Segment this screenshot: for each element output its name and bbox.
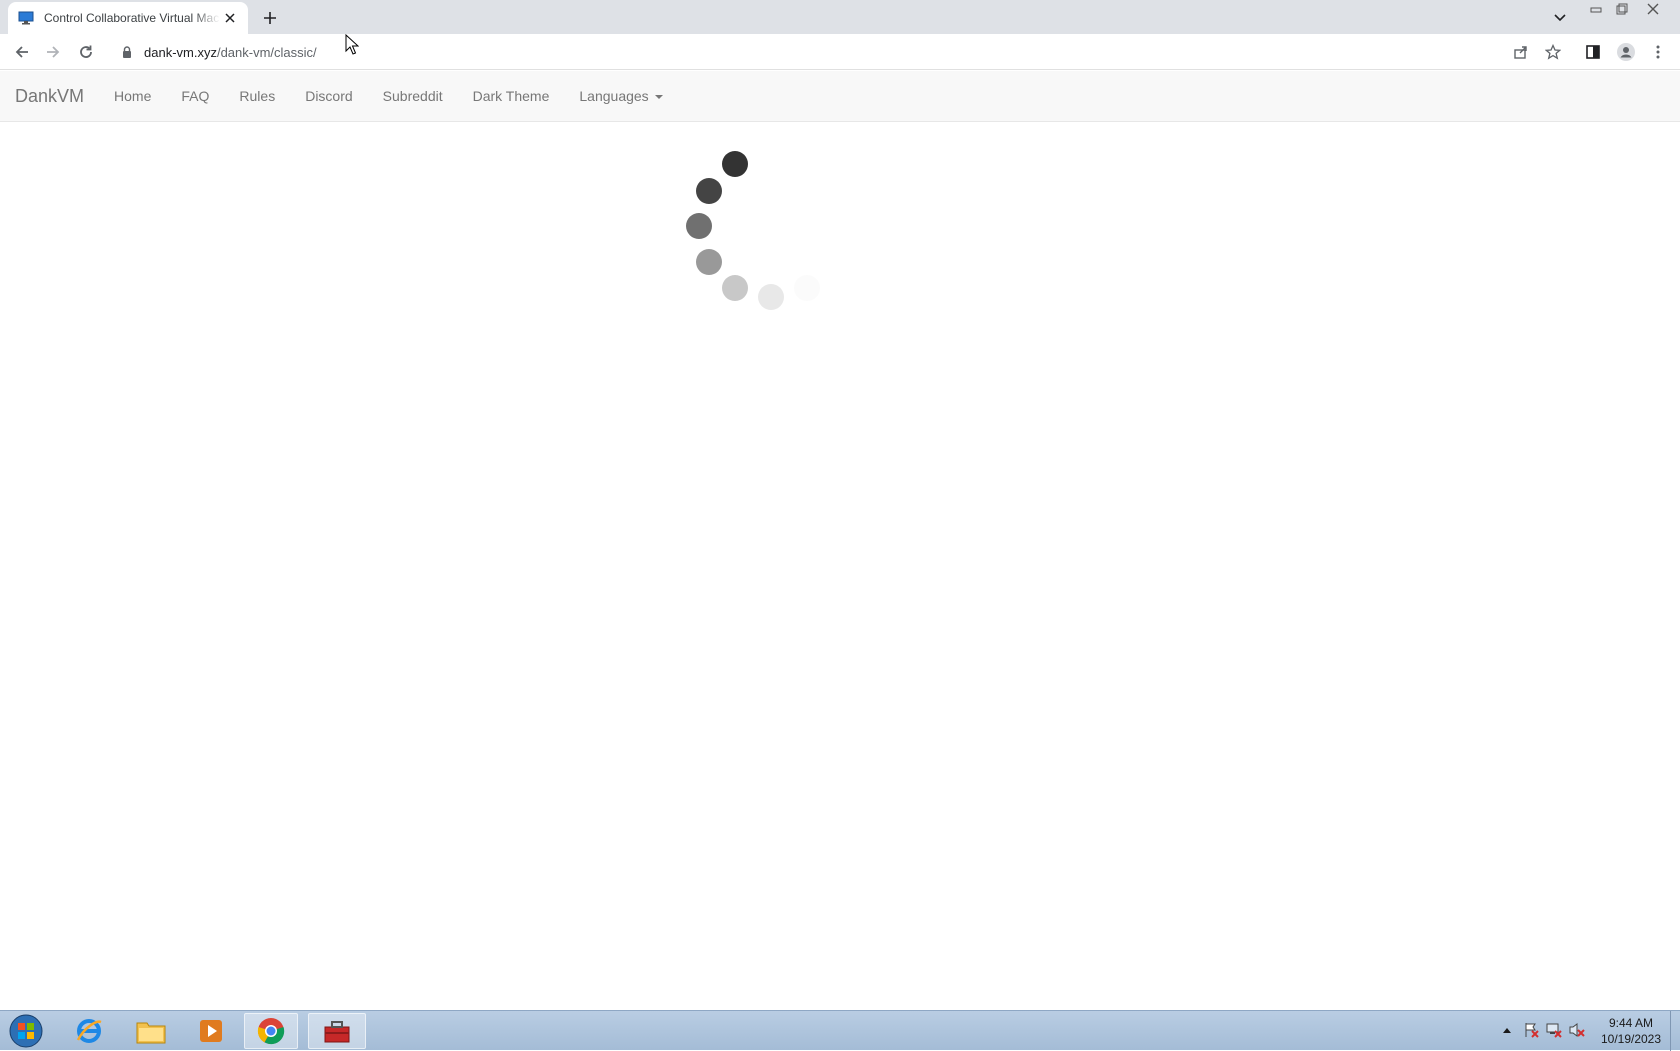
site-navbar: DankVM Home FAQ Rules Discord Subreddit … [0,71,1680,122]
star-icon[interactable] [1541,41,1565,63]
url-text: dank-vm.xyz/dank-vm/classic/ [144,45,317,60]
spinner-dot [722,275,748,301]
nav-dark-theme-link[interactable]: Dark Theme [458,88,565,104]
toolbox-icon[interactable] [308,1013,366,1049]
url-host: dank-vm.xyz [144,44,217,60]
nav-rules-link[interactable]: Rules [224,88,290,104]
nav-discord-link[interactable]: Discord [290,88,367,104]
chrome-icon[interactable] [244,1013,298,1049]
spinner-dot [696,249,722,275]
brand-link[interactable]: DankVM [15,86,84,107]
spinner-dot [722,151,748,177]
show-hidden-icons-icon[interactable] [1498,1021,1516,1039]
restore-icon[interactable] [1609,0,1635,18]
action-center-flag-icon[interactable] [1522,1021,1540,1039]
monitor-icon [18,11,34,25]
clock-date: 10/19/2023 [1600,1032,1662,1046]
chevron-down-icon[interactable] [1550,8,1570,28]
lock-icon[interactable] [122,45,134,59]
windows-taskbar: 9:44 AM 10/19/2023 [0,1010,1680,1051]
network-icon[interactable] [1545,1021,1563,1039]
address-bar[interactable]: dank-vm.xyz/dank-vm/classic/ [110,38,1510,66]
spinner-dot [686,213,712,239]
plus-icon[interactable] [260,8,280,28]
url-path: /dank-vm/classic/ [216,44,317,60]
reload-icon[interactable] [74,41,98,63]
spinner-dot [794,275,820,301]
file-explorer-icon[interactable] [124,1013,178,1049]
more-icon[interactable] [1646,41,1670,63]
clock-time: 9:44 AM [1608,1016,1654,1030]
nav-subreddit-link[interactable]: Subreddit [368,88,458,104]
forward-icon[interactable] [41,41,65,63]
spinner-dot [758,284,784,310]
share-icon[interactable] [1509,41,1533,63]
spinner-dot [696,178,722,204]
close-icon[interactable] [222,10,238,26]
mouse-cursor-icon [345,33,360,56]
languages-dropdown[interactable]: Languages [564,88,677,104]
windows-start-icon[interactable] [4,1013,48,1049]
sidepanel-icon[interactable] [1581,41,1605,63]
internet-explorer-icon[interactable] [62,1013,116,1049]
show-desktop-button[interactable] [1670,1011,1680,1051]
browser-tab[interactable]: Control Collaborative Virtual Machines [8,2,248,34]
caret-down-icon [654,95,663,100]
profile-icon[interactable] [1614,41,1638,63]
languages-label: Languages [579,88,649,104]
loading-spinner [0,0,1680,1050]
browser-tabstrip: Control Collaborative Virtual Machines [0,0,1680,34]
minimize-icon[interactable] [1583,0,1609,18]
nav-home-link[interactable]: Home [99,88,166,104]
nav-faq-link[interactable]: FAQ [166,88,224,104]
volume-muted-icon[interactable] [1568,1021,1586,1039]
back-icon[interactable] [10,41,34,63]
media-player-icon[interactable] [184,1013,238,1049]
browser-toolbar: dank-vm.xyz/dank-vm/classic/ [0,34,1680,70]
window-close-icon[interactable] [1640,0,1666,18]
system-clock[interactable]: 9:44 AM 10/19/2023 [1594,1015,1668,1047]
tab-title: Control Collaborative Virtual Machines [44,11,220,25]
